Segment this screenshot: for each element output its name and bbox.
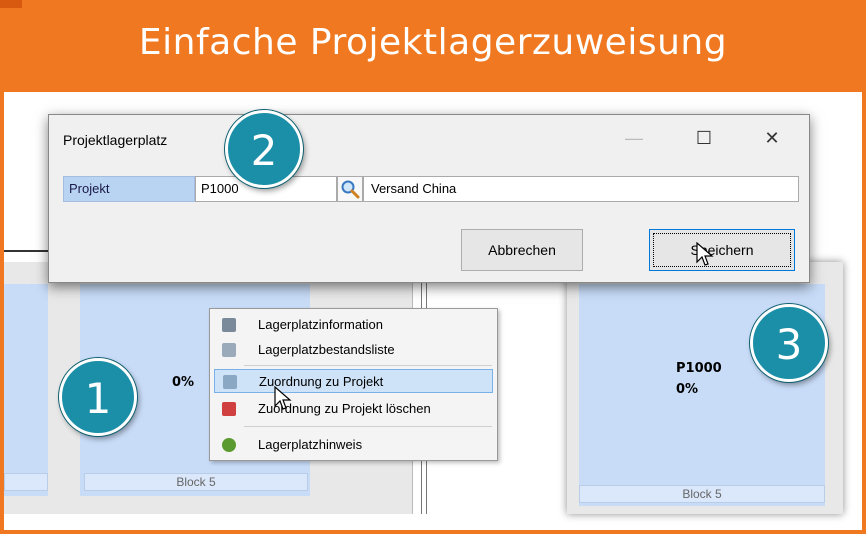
mouse-pointer-icon bbox=[696, 242, 714, 266]
storage-cell-fill-percent: 0% bbox=[676, 382, 699, 397]
title-banner: Einfache Projektlagerzuweisung bbox=[0, 0, 866, 92]
cancel-button[interactable]: Abbrechen bbox=[461, 229, 583, 271]
hint-icon bbox=[222, 438, 236, 452]
menu-separator bbox=[244, 365, 492, 366]
info-sheet-icon bbox=[222, 318, 236, 332]
menu-item-label: Lagerplatzinformation bbox=[258, 317, 384, 332]
menu-item-label: Lagerplatzbestandsliste bbox=[258, 342, 395, 357]
minimize-button[interactable]: — bbox=[611, 121, 657, 155]
menu-item-lagerplatzbestandsliste[interactable]: Lagerplatzbestandsliste bbox=[214, 338, 493, 362]
storage-cell-footer: Block 5 bbox=[579, 485, 825, 503]
storage-cell-partial-footer bbox=[4, 473, 48, 491]
stock-list-icon bbox=[222, 343, 236, 357]
step-badge-2: 2 bbox=[225, 110, 303, 188]
menu-item-lagerplatzhinweis[interactable]: Lagerplatzhinweis bbox=[214, 433, 493, 457]
dialog-title: Projektlagerplatz bbox=[63, 132, 168, 148]
step-badge-1: 1 bbox=[59, 358, 137, 436]
project-lookup-button[interactable] bbox=[337, 176, 363, 202]
assign-project-icon bbox=[223, 375, 237, 389]
mouse-pointer-icon bbox=[274, 386, 292, 410]
save-button[interactable]: Speichern bbox=[649, 229, 795, 271]
context-menu: Lagerplatzinformation Lagerplatzbestands… bbox=[209, 308, 498, 461]
maximize-button[interactable]: ☐ bbox=[681, 121, 727, 155]
storage-cell-footer: Block 5 bbox=[84, 473, 308, 491]
menu-item-zuordnung-zu-projekt[interactable]: Zuordnung zu Projekt bbox=[214, 369, 493, 393]
project-field-label: Projekt bbox=[63, 176, 195, 202]
focus-rectangle bbox=[653, 233, 791, 267]
close-button[interactable]: ✕ bbox=[749, 121, 795, 155]
menu-item-zuordnung-loeschen[interactable]: Zuordnung zu Projekt löschen bbox=[214, 397, 493, 421]
search-icon bbox=[341, 180, 360, 199]
storage-cell-partial[interactable] bbox=[4, 284, 48, 496]
menu-separator bbox=[244, 426, 492, 427]
delete-assignment-icon bbox=[222, 402, 236, 416]
project-description-field: Versand China bbox=[363, 176, 799, 202]
step-badge-3: 3 bbox=[750, 304, 828, 382]
banner-corner-accent bbox=[0, 0, 22, 8]
slide-title: Einfache Projektlagerzuweisung bbox=[138, 22, 728, 63]
assigned-project-label: P1000 bbox=[676, 361, 722, 376]
menu-item-lagerplatzinformation[interactable]: Lagerplatzinformation bbox=[214, 313, 493, 337]
menu-item-label: Lagerplatzhinweis bbox=[258, 437, 363, 452]
storage-cell-fill-percent: 0% bbox=[172, 375, 195, 390]
